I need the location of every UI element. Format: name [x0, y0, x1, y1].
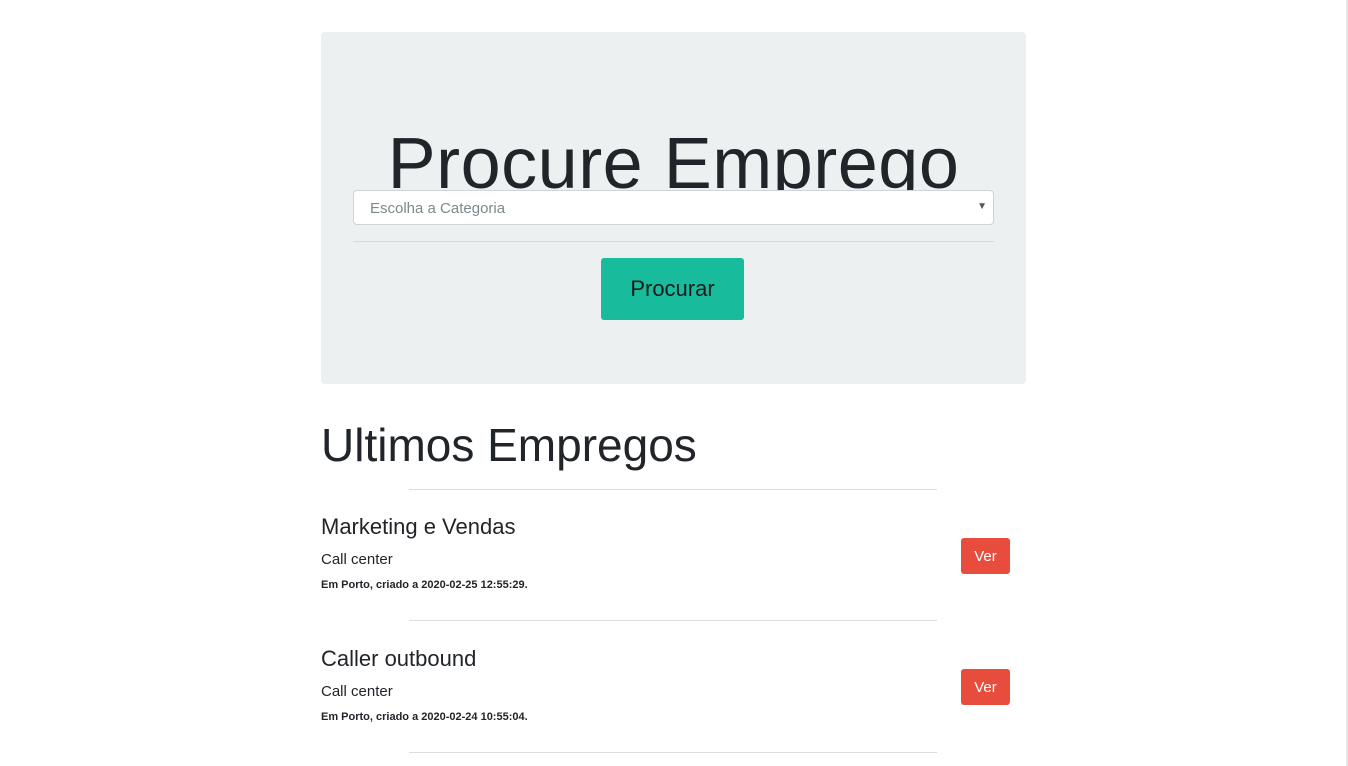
job-title: Caller outbound [321, 646, 477, 671]
search-button[interactable]: Procurar [601, 258, 744, 320]
divider [409, 752, 937, 753]
job-category: Call center [321, 551, 393, 568]
job-meta: Em Porto, criado a 2020-02-25 12:55:29. [321, 579, 528, 591]
divider [409, 620, 937, 621]
job-category: Call center [321, 683, 393, 700]
job-meta: Em Porto, criado a 2020-02-24 10:55:04. [321, 711, 528, 723]
category-select-value: Escolha a Categoria [370, 200, 506, 217]
view-job-button[interactable]: Ver [961, 669, 1010, 705]
category-select[interactable]: Escolha a Categoria ▼ [353, 190, 994, 225]
job-title: Marketing e Vendas [321, 514, 516, 539]
divider [409, 489, 937, 490]
job-listing: Caller outbound Call center Em Porto, cr… [321, 648, 1021, 723]
view-job-button[interactable]: Ver [961, 538, 1010, 574]
search-jumbotron: Procure Emprego Escolha a Categoria ▼ Pr… [321, 32, 1026, 384]
page: Procure Emprego Escolha a Categoria ▼ Pr… [0, 0, 1348, 766]
divider [353, 241, 994, 242]
job-listing: Marketing e Vendas Call center Em Porto,… [321, 516, 1021, 591]
latest-jobs-heading: Ultimos Empregos [321, 419, 697, 471]
caret-down-icon: ▼ [977, 201, 987, 212]
